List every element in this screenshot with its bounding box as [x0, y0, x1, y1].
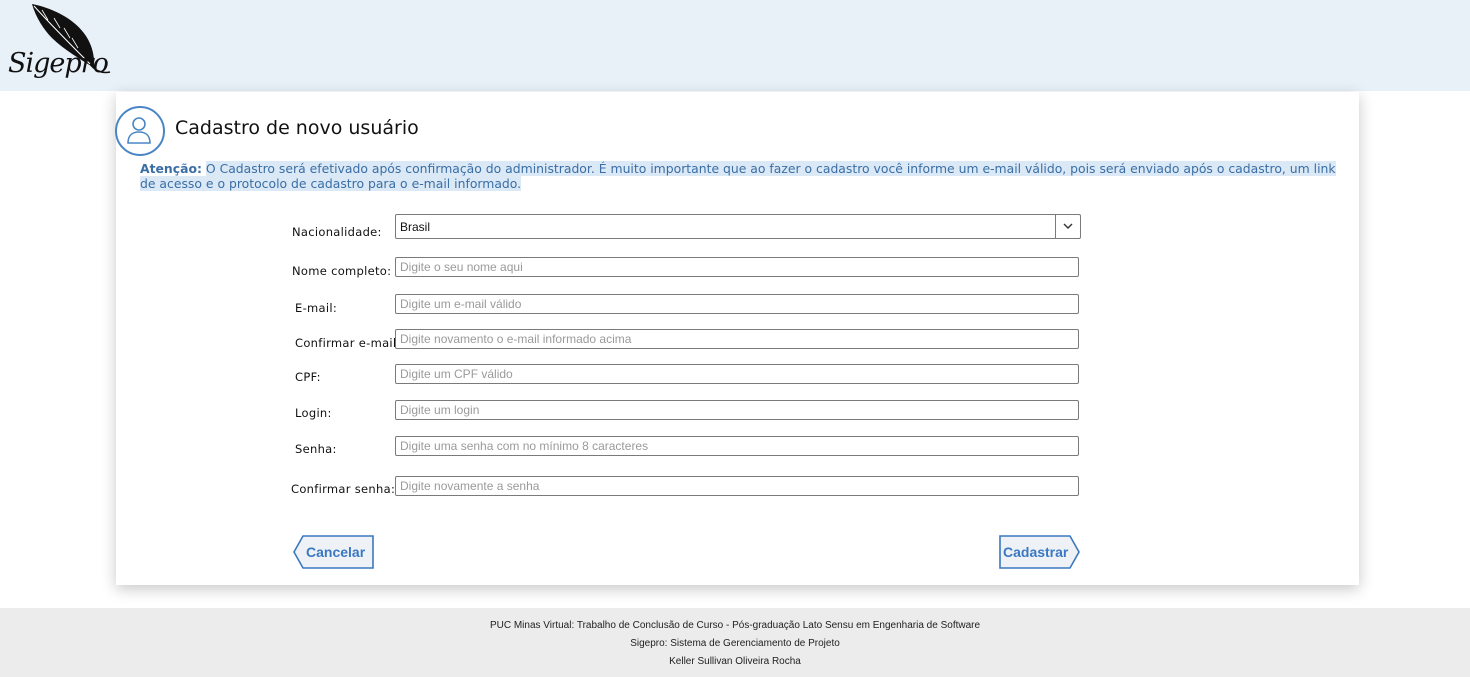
logo-text: Sigepro	[8, 48, 109, 79]
submit-label: Cadastrar	[1003, 544, 1069, 560]
login-field[interactable]	[395, 400, 1079, 420]
sigepro-logo[interactable]: Sigepro	[2, 0, 117, 91]
cpf-label: CPF:	[295, 370, 321, 384]
confirm-password-field[interactable]	[395, 476, 1079, 496]
full-name-label: Nome completo:	[292, 264, 392, 278]
cpf-input[interactable]	[396, 365, 1078, 383]
top-bar: Sigepro	[0, 0, 1470, 91]
confirm-email-label: Confirmar e-mail:	[295, 336, 401, 350]
full-name-input[interactable]	[396, 258, 1078, 276]
email-input[interactable]	[396, 295, 1078, 313]
chevron-down-icon[interactable]	[1055, 215, 1080, 238]
cancel-button[interactable]: Cancelar	[293, 535, 375, 569]
nationality-value: Brasil	[400, 220, 431, 234]
confirm-email-field[interactable]	[395, 329, 1079, 349]
page-title: Cadastro de novo usuário	[175, 117, 419, 139]
email-label: E-mail:	[295, 301, 338, 315]
confirm-email-input[interactable]	[396, 330, 1078, 348]
password-label: Senha:	[295, 442, 337, 456]
confirm-password-input[interactable]	[396, 477, 1078, 495]
footer-line-2: Sigepro: Sistema de Gerenciamento de Pro…	[630, 638, 840, 649]
password-input[interactable]	[396, 437, 1078, 455]
email-field[interactable]	[395, 294, 1079, 314]
attention-notice: Atenção: O Cadastro será efetivado após …	[140, 161, 1340, 191]
cancel-label: Cancelar	[306, 544, 366, 560]
login-input[interactable]	[396, 401, 1078, 419]
login-label: Login:	[295, 406, 332, 420]
notice-text: O Cadastro será efetivado após confirmaç…	[140, 161, 1336, 191]
confirm-password-label: Confirmar senha:	[291, 482, 396, 496]
nationality-label: Nacionalidade:	[292, 225, 382, 239]
user-avatar-icon	[115, 106, 165, 156]
password-field[interactable]	[395, 436, 1079, 456]
submit-button[interactable]: Cadastrar	[999, 535, 1081, 569]
nationality-select[interactable]: Brasil	[395, 214, 1081, 239]
page-footer: PUC Minas Virtual: Trabalho de Conclusão…	[0, 608, 1470, 677]
notice-label: Atenção:	[140, 161, 202, 176]
full-name-field[interactable]	[395, 257, 1079, 277]
footer-line-3: Keller Sullivan Oliveira Rocha	[669, 656, 801, 667]
footer-line-1: PUC Minas Virtual: Trabalho de Conclusão…	[489, 620, 981, 631]
cpf-field[interactable]	[395, 364, 1079, 384]
